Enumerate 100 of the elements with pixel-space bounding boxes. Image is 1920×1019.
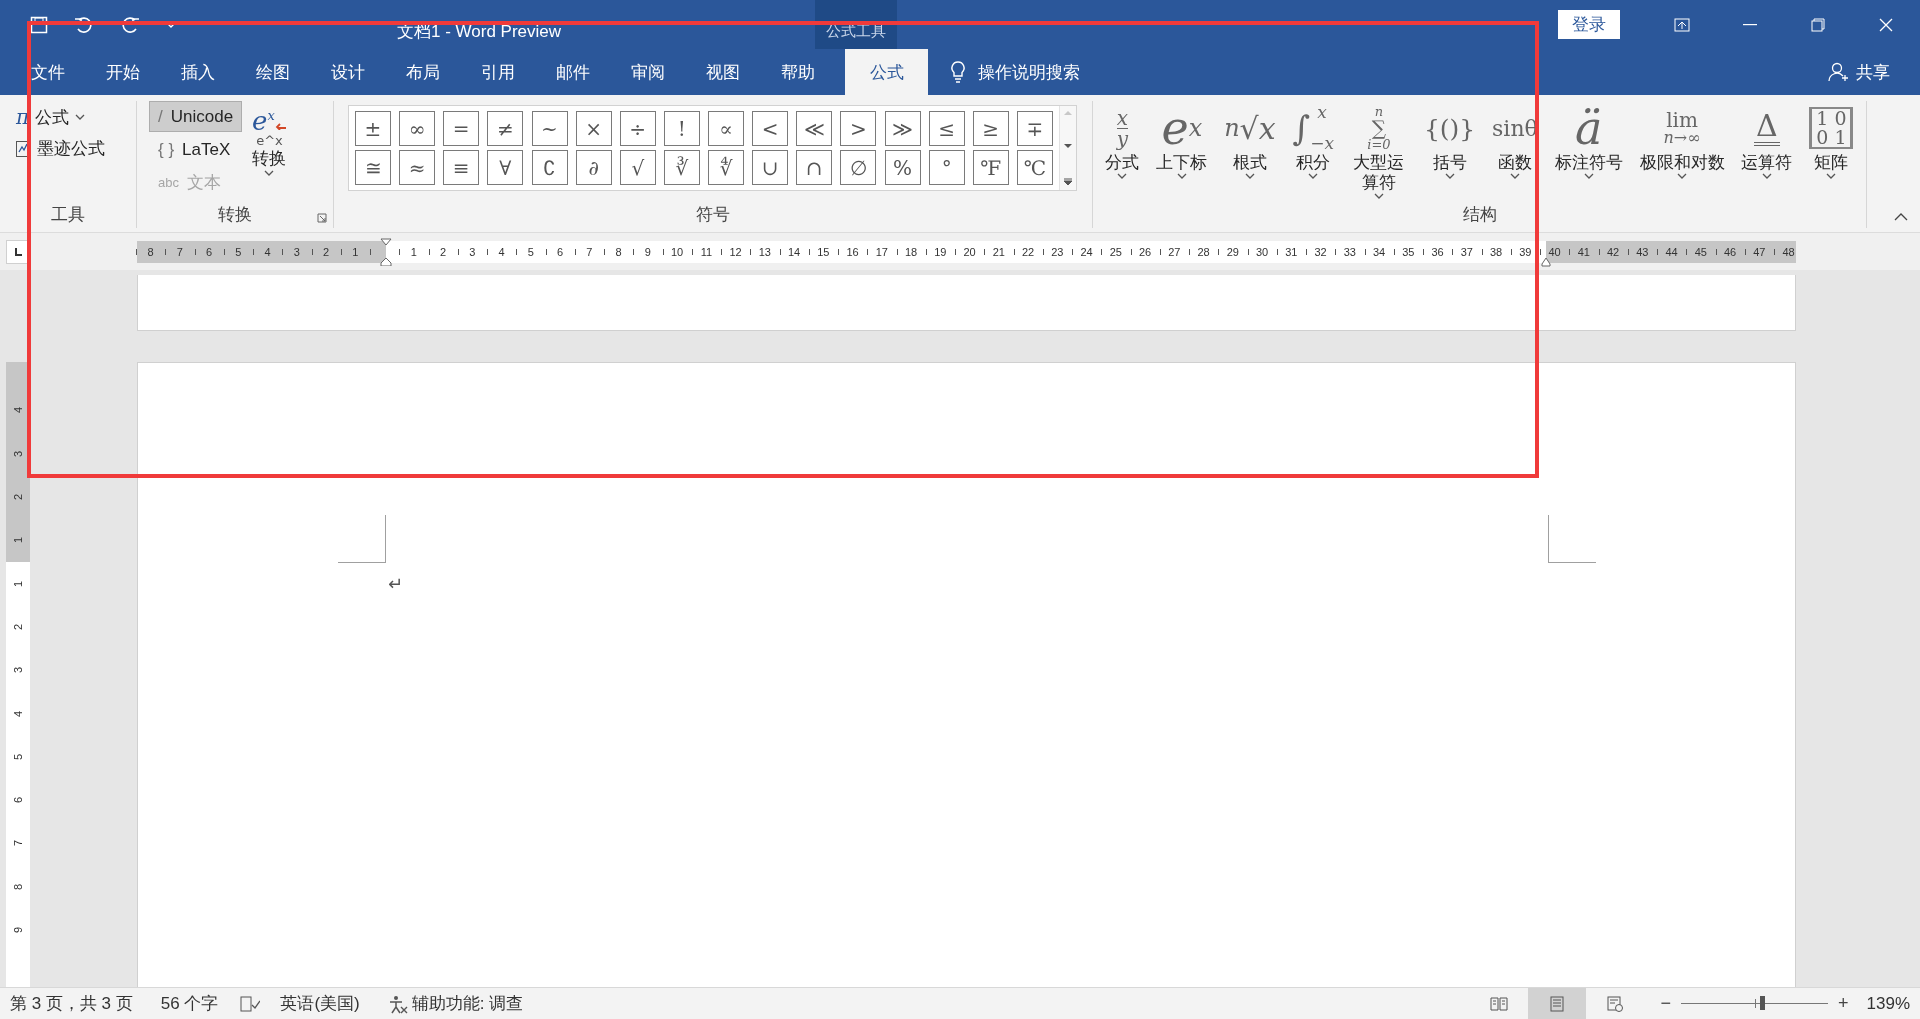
- symbol-button[interactable]: ℃: [1016, 150, 1053, 185]
- symbol-button[interactable]: ×: [575, 111, 612, 146]
- symbol-button[interactable]: %: [884, 150, 921, 185]
- dialog-launcher-icon[interactable]: [317, 213, 327, 223]
- ribbon-tab[interactable]: 审阅: [610, 49, 685, 95]
- tool-label[interactable]: 公式: [35, 105, 70, 129]
- symbol-button[interactable]: ≥: [972, 111, 1009, 146]
- symbol-button[interactable]: ≈: [399, 150, 436, 185]
- ribbon-tab[interactable]: 绘图: [235, 49, 310, 95]
- symbol-button[interactable]: ∅: [840, 150, 877, 185]
- caret-icon: [1176, 173, 1187, 179]
- tell-me-search[interactable]: 操作说明搜索: [978, 60, 1080, 84]
- redo-icon[interactable]: [120, 15, 140, 34]
- zoom-out-button[interactable]: −: [1656, 993, 1675, 1014]
- symbol-button[interactable]: =: [443, 111, 480, 146]
- symbol-button[interactable]: ∓: [1016, 111, 1053, 146]
- ruler-number: 44: [1665, 245, 1678, 258]
- accessibility-status[interactable]: 辅助功能: 调查: [411, 992, 524, 1015]
- ruler-number: 5: [235, 245, 242, 258]
- ribbon-tab[interactable]: 引用: [460, 49, 535, 95]
- ribbon-tab[interactable]: 插入: [160, 49, 235, 95]
- symbol-button[interactable]: √: [619, 150, 656, 185]
- structure-button[interactable]: 1 0 0 1 矩阵: [1806, 101, 1857, 201]
- symbol-button[interactable]: ∁: [531, 150, 568, 185]
- save-icon[interactable]: [30, 15, 48, 34]
- symbol-button[interactable]: ∀: [487, 150, 524, 185]
- symbol-button[interactable]: ~: [531, 111, 568, 146]
- symbol-button[interactable]: ≤: [928, 111, 965, 146]
- convert-button[interactable]: e$^{x}$ e^x 转换: [248, 101, 291, 200]
- symbol-button[interactable]: °: [928, 150, 965, 185]
- page-count[interactable]: 第 3 页，共 3 页: [10, 992, 133, 1015]
- indent-marker-icon[interactable]: [380, 237, 392, 266]
- proofing-icon[interactable]: [240, 995, 261, 1012]
- symbol-button[interactable]: ≅: [355, 150, 391, 185]
- symbol-button[interactable]: ∜: [708, 150, 744, 185]
- ruler-number: 2: [12, 623, 24, 630]
- ribbon-tab[interactable]: 文件: [10, 49, 85, 95]
- structure-icon: ä: [1574, 103, 1603, 153]
- ribbon-tab[interactable]: 帮助: [760, 49, 835, 95]
- ruler-number: 26: [1139, 245, 1152, 258]
- symbol-button[interactable]: ±: [355, 111, 391, 146]
- undo-icon[interactable]: [74, 15, 94, 34]
- web-layout-icon[interactable]: [1606, 995, 1625, 1012]
- zoom-percent[interactable]: 139%: [1866, 993, 1910, 1014]
- structure-button[interactable]: n√x 根式: [1221, 101, 1279, 201]
- structure-button[interactable]: n ∑ i=0 大型运算符: [1347, 101, 1411, 201]
- symbol-button[interactable]: ∛: [663, 150, 700, 185]
- symbol-button[interactable]: ∝: [708, 111, 744, 146]
- symbol-button[interactable]: ÷: [619, 111, 656, 146]
- symbol-button[interactable]: >: [840, 111, 877, 146]
- symbol-button[interactable]: ≫: [884, 111, 921, 146]
- symbol-button[interactable]: <: [752, 111, 789, 146]
- ruler-number: 10: [671, 245, 684, 258]
- ruler-number: 38: [1490, 245, 1503, 258]
- close-icon[interactable]: [1879, 17, 1893, 32]
- ribbon-tab[interactable]: 公式: [845, 49, 928, 95]
- ribbon-tab[interactable]: 设计: [310, 49, 385, 95]
- accessibility-icon[interactable]: [387, 993, 408, 1014]
- structure-button[interactable]: {()} 括号: [1420, 101, 1479, 201]
- symbol-button[interactable]: ∩: [796, 150, 833, 185]
- sign-in-button[interactable]: 登录: [1558, 10, 1620, 39]
- share-button[interactable]: 共享: [1856, 60, 1890, 84]
- symbol-button[interactable]: ≡: [443, 150, 480, 185]
- structure-button[interactable]: lim n→∞ 极限和对数: [1636, 101, 1728, 201]
- ribbon-tab[interactable]: 视图: [685, 49, 760, 95]
- read-mode-icon[interactable]: [1490, 995, 1509, 1012]
- symbol-button[interactable]: ∂: [575, 150, 612, 185]
- format-option[interactable]: / Unicode: [149, 101, 243, 132]
- indent-marker-icon[interactable]: [1541, 256, 1551, 267]
- lightbulb-icon: [950, 61, 966, 83]
- structure-button[interactable]: x y 分式: [1102, 101, 1143, 201]
- collapse-ribbon-icon[interactable]: [1894, 213, 1908, 221]
- symbol-button[interactable]: ℉: [972, 150, 1009, 185]
- zoom-in-button[interactable]: +: [1834, 993, 1853, 1014]
- minimize-icon[interactable]: [1743, 23, 1757, 26]
- word-count[interactable]: 56 个字: [160, 992, 219, 1015]
- ruler-number: 17: [875, 245, 888, 258]
- language-status[interactable]: 英语(美国): [280, 992, 360, 1015]
- symbol-button[interactable]: ≪: [796, 111, 833, 146]
- format-option[interactable]: { } LaTeX: [149, 134, 243, 165]
- symbol-button[interactable]: ≠: [487, 111, 524, 146]
- ruler-number: 4: [498, 245, 505, 258]
- crop-mark: [1548, 515, 1596, 563]
- ribbon-tab[interactable]: 邮件: [535, 49, 610, 95]
- ribbon-display-icon[interactable]: [1674, 17, 1690, 32]
- restore-icon[interactable]: [1811, 17, 1825, 32]
- structure-button[interactable]: ä 标注符号: [1551, 101, 1626, 201]
- ribbon-tab[interactable]: 开始: [85, 49, 160, 95]
- scroll-down-icon[interactable]: [1064, 144, 1072, 149]
- structure-button[interactable]: Δ 运算符: [1738, 101, 1796, 201]
- symbol-button[interactable]: ∪: [752, 150, 789, 185]
- tool-label[interactable]: 墨迹公式: [37, 137, 105, 160]
- ruler-number: 3: [12, 450, 24, 457]
- more-icon[interactable]: [1064, 178, 1072, 186]
- ribbon-tab[interactable]: 布局: [385, 49, 460, 95]
- zoom-slider-thumb[interactable]: [1759, 996, 1765, 1010]
- symbol-button[interactable]: !: [663, 111, 700, 146]
- ruler-number: 9: [12, 926, 24, 934]
- tab-selector[interactable]: [6, 239, 30, 264]
- symbol-button[interactable]: ∞: [399, 111, 436, 146]
